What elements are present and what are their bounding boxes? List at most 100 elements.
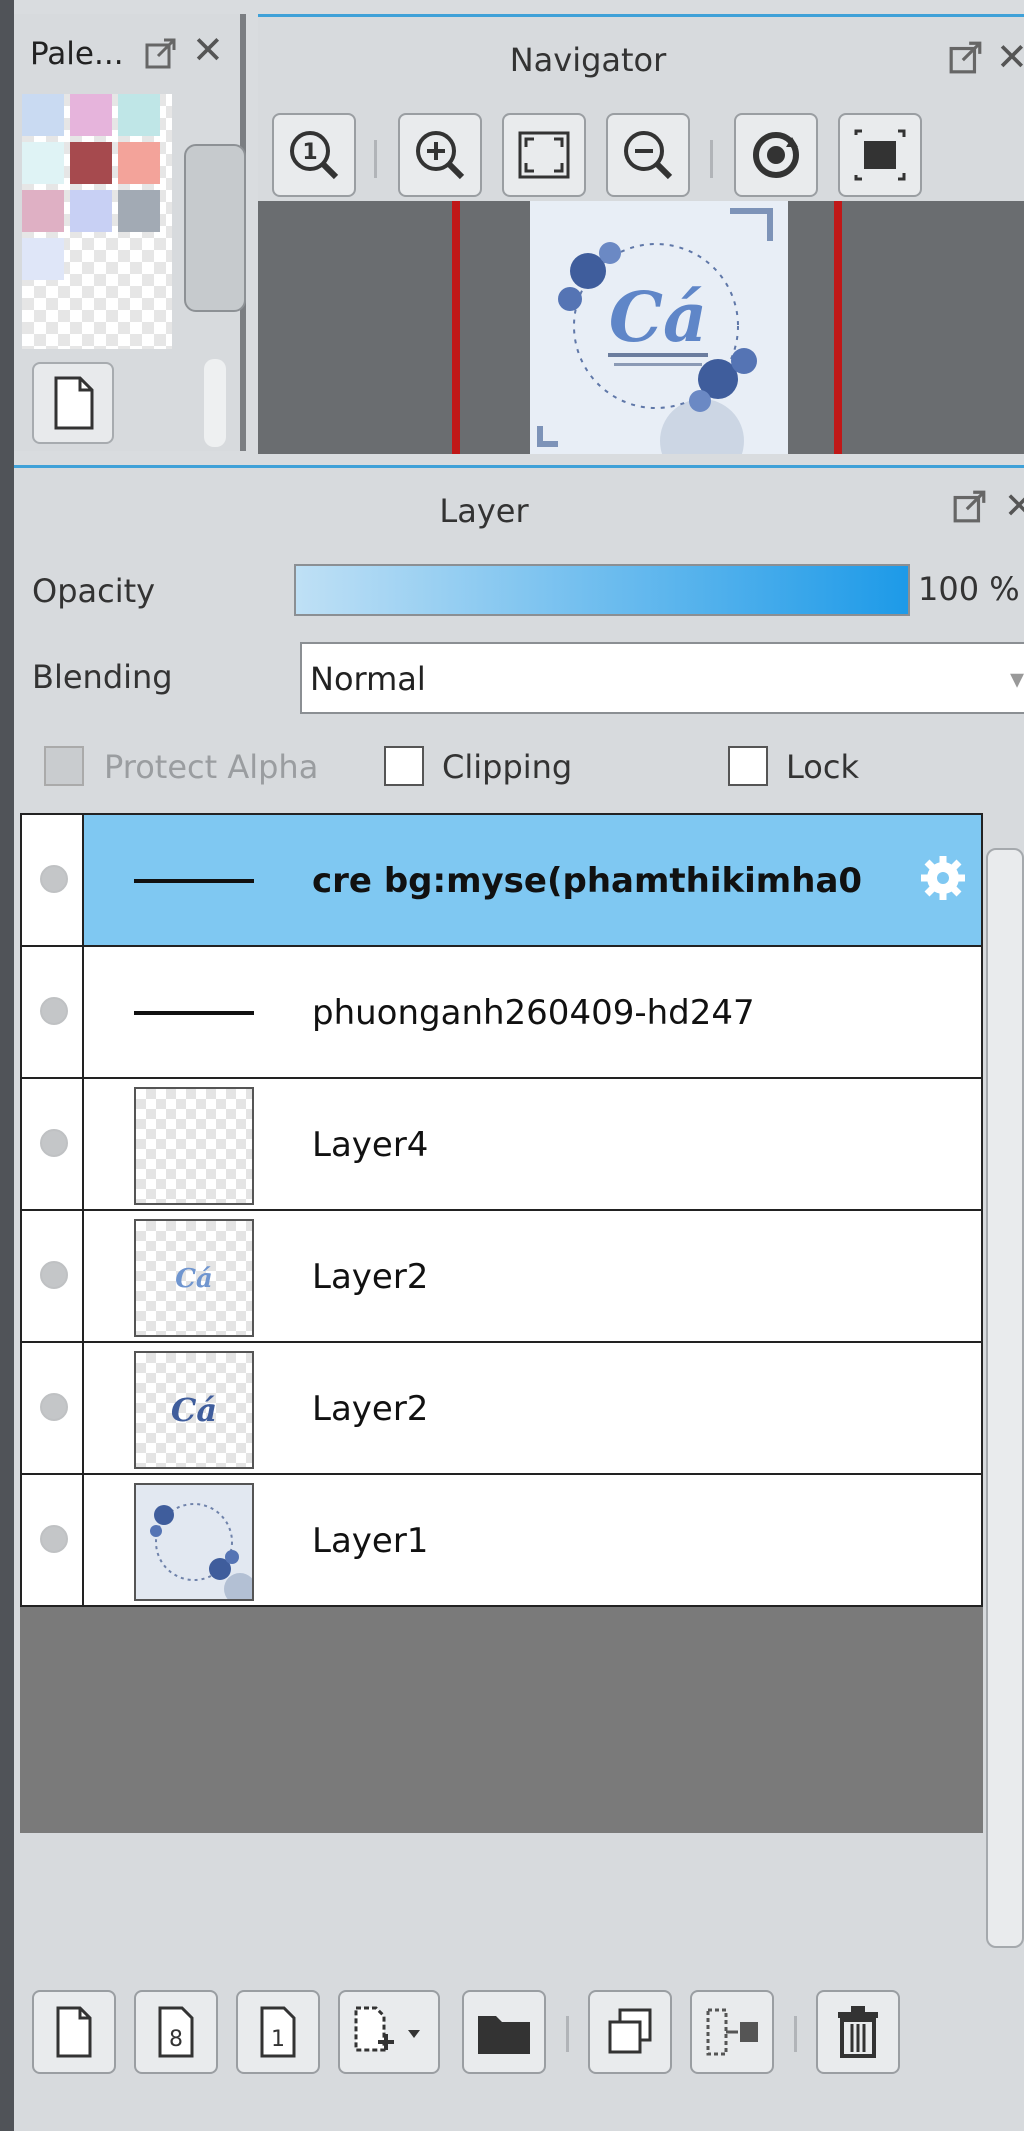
layer-row[interactable]: Cá Layer2 [20, 1209, 983, 1343]
1bit-layer-icon: 1 [260, 2006, 296, 2058]
merge-down-button[interactable] [690, 1990, 774, 2074]
new-layer-button[interactable] [32, 1990, 116, 2074]
visibility-cell[interactable] [22, 1343, 84, 1473]
color-swatch[interactable] [70, 142, 112, 184]
visibility-icon[interactable] [40, 997, 68, 1025]
layer-thumbnail-image: Cá [175, 1264, 213, 1294]
palette-scrollbar[interactable] [174, 94, 246, 349]
popout-icon[interactable] [952, 488, 988, 524]
layer-thumbnail: Cá [134, 1351, 254, 1469]
app-window: Pale... ✕ Navigator ✕ 1 Cá Layer ✕ Opaci… [0, 0, 1024, 2131]
merge-icon [706, 2008, 758, 2056]
palette-panel: Pale... ✕ [14, 14, 246, 451]
color-swatch[interactable] [70, 94, 112, 136]
protect-alpha-checkbox[interactable] [44, 746, 84, 786]
gear-icon[interactable] [918, 853, 968, 903]
add-layer-dropdown[interactable] [338, 1990, 440, 2074]
opacity-label: Opacity [32, 572, 156, 610]
flip-button[interactable] [838, 113, 922, 197]
color-swatch[interactable] [118, 142, 160, 184]
color-swatch[interactable] [22, 142, 64, 184]
close-icon[interactable]: ✕ [192, 30, 232, 70]
separator [566, 2016, 569, 2052]
zoom-out-icon [624, 131, 673, 180]
new-swatch-button[interactable] [32, 362, 114, 444]
folder-icon [478, 2016, 530, 2054]
blending-label: Blending [32, 658, 173, 696]
visibility-icon[interactable] [40, 1129, 68, 1157]
svg-text:1: 1 [271, 2027, 285, 2052]
layer-row[interactable]: Layer1 [20, 1473, 983, 1607]
visibility-cell[interactable] [22, 947, 84, 1077]
layer-thumbnail [134, 1483, 256, 1605]
color-swatch[interactable] [70, 190, 112, 232]
visibility-icon[interactable] [40, 865, 68, 893]
svg-text:8: 8 [169, 2027, 183, 2052]
opacity-slider[interactable] [294, 564, 910, 616]
navigator-toolbar: 1 [258, 95, 1024, 197]
visibility-icon[interactable] [40, 1393, 68, 1421]
layer-name: Layer2 [312, 1257, 429, 1297]
new-folder-button[interactable] [462, 1990, 546, 2074]
blending-select[interactable]: Normal ▾ [300, 642, 1024, 714]
new-1bit-layer-button[interactable]: 1 [236, 1990, 320, 2074]
color-swatch[interactable] [118, 190, 160, 232]
canvas-thumbnail: Cá [530, 201, 788, 483]
color-swatch[interactable] [118, 94, 160, 136]
color-swatch[interactable] [22, 94, 64, 136]
svg-text:Cá: Cá [609, 278, 707, 358]
zoom-actual-button[interactable]: 1 [272, 113, 356, 197]
duplicate-icon [608, 2008, 652, 2054]
popout-icon[interactable] [948, 39, 984, 75]
duplicate-layer-button[interactable] [588, 1990, 672, 2074]
visibility-cell[interactable] [22, 1079, 84, 1209]
color-swatch[interactable] [22, 190, 64, 232]
visibility-icon[interactable] [40, 1261, 68, 1289]
color-swatch[interactable] [22, 238, 64, 280]
visibility-cell[interactable] [22, 1475, 84, 1605]
fit-view-button[interactable] [502, 113, 586, 197]
zoom-out-button[interactable] [606, 113, 690, 197]
opacity-value: 100 % [918, 570, 1020, 608]
separator [374, 140, 377, 178]
layer-row[interactable]: Cá Layer2 [20, 1341, 983, 1475]
layer-panel-title: Layer [439, 492, 529, 530]
navigator-panel: Navigator ✕ 1 Cá [258, 14, 1024, 483]
popout-icon[interactable] [144, 36, 178, 70]
navigator-title: Navigator [509, 41, 667, 79]
navigator-preview[interactable]: Cá [258, 201, 1024, 483]
fit-screen-icon [518, 131, 570, 179]
layer-name: Layer4 [312, 1125, 429, 1165]
svg-text:Cá: Cá [175, 1264, 213, 1294]
clipping-label: Clipping [442, 748, 573, 786]
scroll-thumb[interactable] [184, 144, 246, 312]
layer-scrollbar[interactable] [986, 848, 1024, 1948]
new-page-icon [56, 2006, 92, 2058]
visibility-cell[interactable] [22, 815, 84, 945]
visibility-icon[interactable] [40, 1525, 68, 1553]
layer-toolbar: 8 1 [14, 1978, 1024, 2078]
separator [794, 2016, 797, 2052]
close-icon[interactable]: ✕ [1004, 486, 1024, 527]
delete-layer-button[interactable] [816, 1990, 900, 2074]
zoom-in-button[interactable] [398, 113, 482, 197]
layer-row[interactable]: Layer4 [20, 1077, 983, 1211]
layer-row[interactable]: cre bg:myse(phamthikimha0 [20, 813, 983, 947]
visibility-cell[interactable] [22, 1211, 84, 1341]
close-icon[interactable]: ✕ [996, 35, 1024, 79]
layer-thumbnail-image: Cá [171, 1391, 217, 1429]
clipping-checkbox[interactable] [384, 746, 424, 786]
rotate-button[interactable] [734, 113, 818, 197]
view-guide-right [834, 201, 842, 454]
separator [710, 140, 713, 178]
lock-checkbox[interactable] [728, 746, 768, 786]
new-8bit-layer-button[interactable]: 8 [134, 1990, 218, 2074]
svg-text:Cá: Cá [171, 1391, 217, 1429]
palette-slider[interactable] [204, 359, 226, 447]
layer-name: phuonganh260409-hd247 [312, 993, 755, 1033]
layer-row[interactable]: phuonganh260409-hd247 [20, 945, 983, 1079]
chevron-down-icon[interactable]: ▾ [1010, 662, 1024, 695]
rotate-icon [753, 132, 799, 178]
8bit-layer-icon: 8 [158, 2006, 194, 2058]
lock-label: Lock [786, 748, 859, 786]
